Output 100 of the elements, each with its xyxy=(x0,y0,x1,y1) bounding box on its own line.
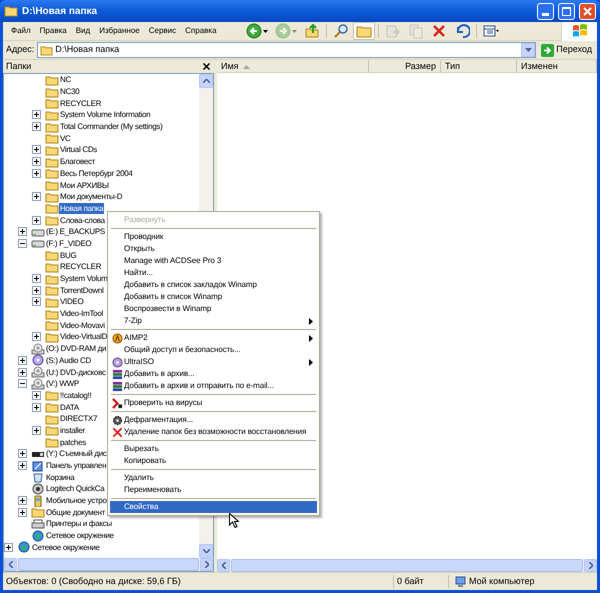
tree-item[interactable]: Сетевое окружение xyxy=(45,530,115,542)
tree-item[interactable]: RECYCLER xyxy=(59,261,102,272)
menu-item[interactable]: Добавить в архив... xyxy=(110,368,317,380)
scroll-down-button[interactable] xyxy=(199,544,213,558)
menu-item[interactable]: Справка xyxy=(181,23,221,39)
menu-item[interactable]: Воспрозвести в Winamp xyxy=(110,303,317,315)
tree-item[interactable]: Virtual CDs xyxy=(59,144,98,156)
tree-item[interactable]: (S:) Audio CD xyxy=(45,354,92,366)
column-header[interactable]: Тип xyxy=(441,60,517,73)
tree-item[interactable]: (V:) WWP xyxy=(45,378,80,390)
menu-item[interactable]: Вид xyxy=(72,23,94,39)
scroll-right-button[interactable] xyxy=(584,559,597,572)
maximize-button[interactable] xyxy=(558,2,575,20)
collapse-icon[interactable] xyxy=(18,379,27,388)
column-header[interactable]: Имя xyxy=(217,60,369,73)
tree-item[interactable]: (E:) E_BACKUPS xyxy=(45,226,106,238)
expand-icon[interactable] xyxy=(32,110,41,120)
tree-item[interactable]: DATA xyxy=(59,402,80,413)
expand-icon[interactable] xyxy=(18,227,27,236)
tree-item[interactable]: Благовест xyxy=(59,156,96,168)
menu-item[interactable]: Проверить на вирусы xyxy=(110,397,317,409)
tree-item[interactable]: installer xyxy=(59,424,86,436)
expand-icon[interactable] xyxy=(32,426,41,435)
tree-item[interactable]: TorrentDownl xyxy=(59,284,105,296)
menu-item[interactable]: Свойства xyxy=(110,501,317,513)
tree-item[interactable]: NC30 xyxy=(59,86,80,98)
expand-icon[interactable] xyxy=(32,332,41,342)
tree-item[interactable]: VC xyxy=(59,132,72,144)
scroll-up-button[interactable] xyxy=(199,74,213,88)
scroll-left-button[interactable] xyxy=(217,559,230,572)
tree-item[interactable]: (U:) DVD-дисковс xyxy=(45,366,107,378)
expand-icon[interactable] xyxy=(18,356,27,365)
tree-item[interactable]: Весь Петербург 2004 xyxy=(59,168,134,179)
tree-item[interactable]: Сетевое окружение xyxy=(31,542,101,553)
expand-icon[interactable] xyxy=(32,168,41,178)
tree-item[interactable]: Мобильное устро xyxy=(45,495,108,506)
column-header[interactable]: Изменен xyxy=(517,60,597,73)
expand-icon[interactable] xyxy=(32,216,41,225)
menu-item[interactable]: Удаление папок без возможности восстановления xyxy=(110,426,317,438)
tree-item[interactable]: Новая папка xyxy=(59,202,104,214)
expand-icon[interactable] xyxy=(18,496,27,506)
menu-item[interactable]: Удалить xyxy=(110,472,317,484)
column-header[interactable]: Размер xyxy=(369,60,441,73)
menu-item[interactable]: Дефрагментация... xyxy=(110,414,317,426)
expand-icon[interactable] xyxy=(32,390,41,400)
menu-item[interactable]: Правка xyxy=(36,23,71,39)
expand-icon[interactable] xyxy=(32,274,41,284)
tree-item[interactable]: (F:) F_VIDEO xyxy=(45,238,92,249)
menu-item[interactable]: Общий доступ и безопасность... xyxy=(110,344,317,356)
menu-item[interactable]: Найти... xyxy=(110,267,317,279)
collapse-icon[interactable] xyxy=(18,238,27,248)
tree-item[interactable]: Video-ImTool xyxy=(59,308,104,320)
tree-item[interactable]: Панель управлен xyxy=(45,460,108,472)
expand-icon[interactable] xyxy=(32,286,41,295)
tree-item[interactable]: !!catalog!! xyxy=(59,390,92,401)
menu-item[interactable]: UltraISO xyxy=(110,356,317,368)
menu-item[interactable]: Открыть xyxy=(110,243,317,255)
scroll-right-button[interactable] xyxy=(200,558,213,571)
tree-item[interactable]: Video-VirtualD xyxy=(59,331,108,342)
tree-item[interactable]: Слова-слова xyxy=(59,214,106,226)
minimize-button[interactable] xyxy=(537,2,554,20)
expand-icon[interactable] xyxy=(32,122,41,132)
menu-item[interactable]: Вырезать xyxy=(110,443,317,455)
expand-icon[interactable] xyxy=(18,449,27,458)
tree-item[interactable]: VIDEO xyxy=(59,296,84,308)
tree-item[interactable]: patches xyxy=(59,436,87,448)
menu-item[interactable]: Сервис xyxy=(144,23,180,39)
expand-icon[interactable] xyxy=(32,192,41,202)
menu-item[interactable]: Переименовать xyxy=(110,484,317,496)
expand-icon[interactable] xyxy=(32,157,41,166)
scroll-left-button[interactable] xyxy=(4,558,17,571)
tree-item[interactable]: RECYCLER xyxy=(59,98,102,109)
menu-item[interactable]: Добавить в список закладок Winamp xyxy=(110,279,317,291)
tree-item[interactable]: Корзина xyxy=(45,472,76,483)
tree-item[interactable]: NC xyxy=(59,74,72,86)
tree-item[interactable]: Video-Movavi xyxy=(59,320,106,331)
tree-item[interactable]: (O:) DVD-RAM ди xyxy=(45,343,108,354)
dropdown-button[interactable] xyxy=(521,43,536,57)
menu-item[interactable]: AIMP2 xyxy=(110,332,317,344)
expand-icon[interactable] xyxy=(32,145,41,154)
tree-item[interactable]: Logitech QuickCa xyxy=(45,483,106,494)
menu-item[interactable]: Копировать xyxy=(110,455,317,467)
tree-item[interactable]: System Volume Information xyxy=(59,109,152,120)
tree-item[interactable]: DIRECTX7 xyxy=(59,413,98,424)
tree-item[interactable]: Мои АРХИВЫ xyxy=(59,180,110,191)
tree-item[interactable]: Мои документы-D xyxy=(59,191,124,202)
expand-icon[interactable] xyxy=(18,508,27,517)
menu-item[interactable]: Добавить в список Winamp xyxy=(110,291,317,303)
expand-icon[interactable] xyxy=(32,297,41,306)
close-button[interactable] xyxy=(201,62,211,72)
expand-icon[interactable] xyxy=(18,368,27,377)
go-button[interactable]: Переход xyxy=(539,42,594,58)
tree-item[interactable]: (Y:) Съемный дис xyxy=(45,448,108,460)
tree-item[interactable]: BUG xyxy=(59,250,78,261)
tree-item[interactable]: System Volum xyxy=(59,273,109,284)
menu-item[interactable]: Файл xyxy=(7,23,35,39)
tree-item[interactable]: Принтеры и факсы xyxy=(45,518,113,530)
tree-item[interactable]: Total Commander (My settings) xyxy=(59,121,164,132)
expand-icon[interactable] xyxy=(32,402,41,412)
expand-icon[interactable] xyxy=(4,542,13,552)
